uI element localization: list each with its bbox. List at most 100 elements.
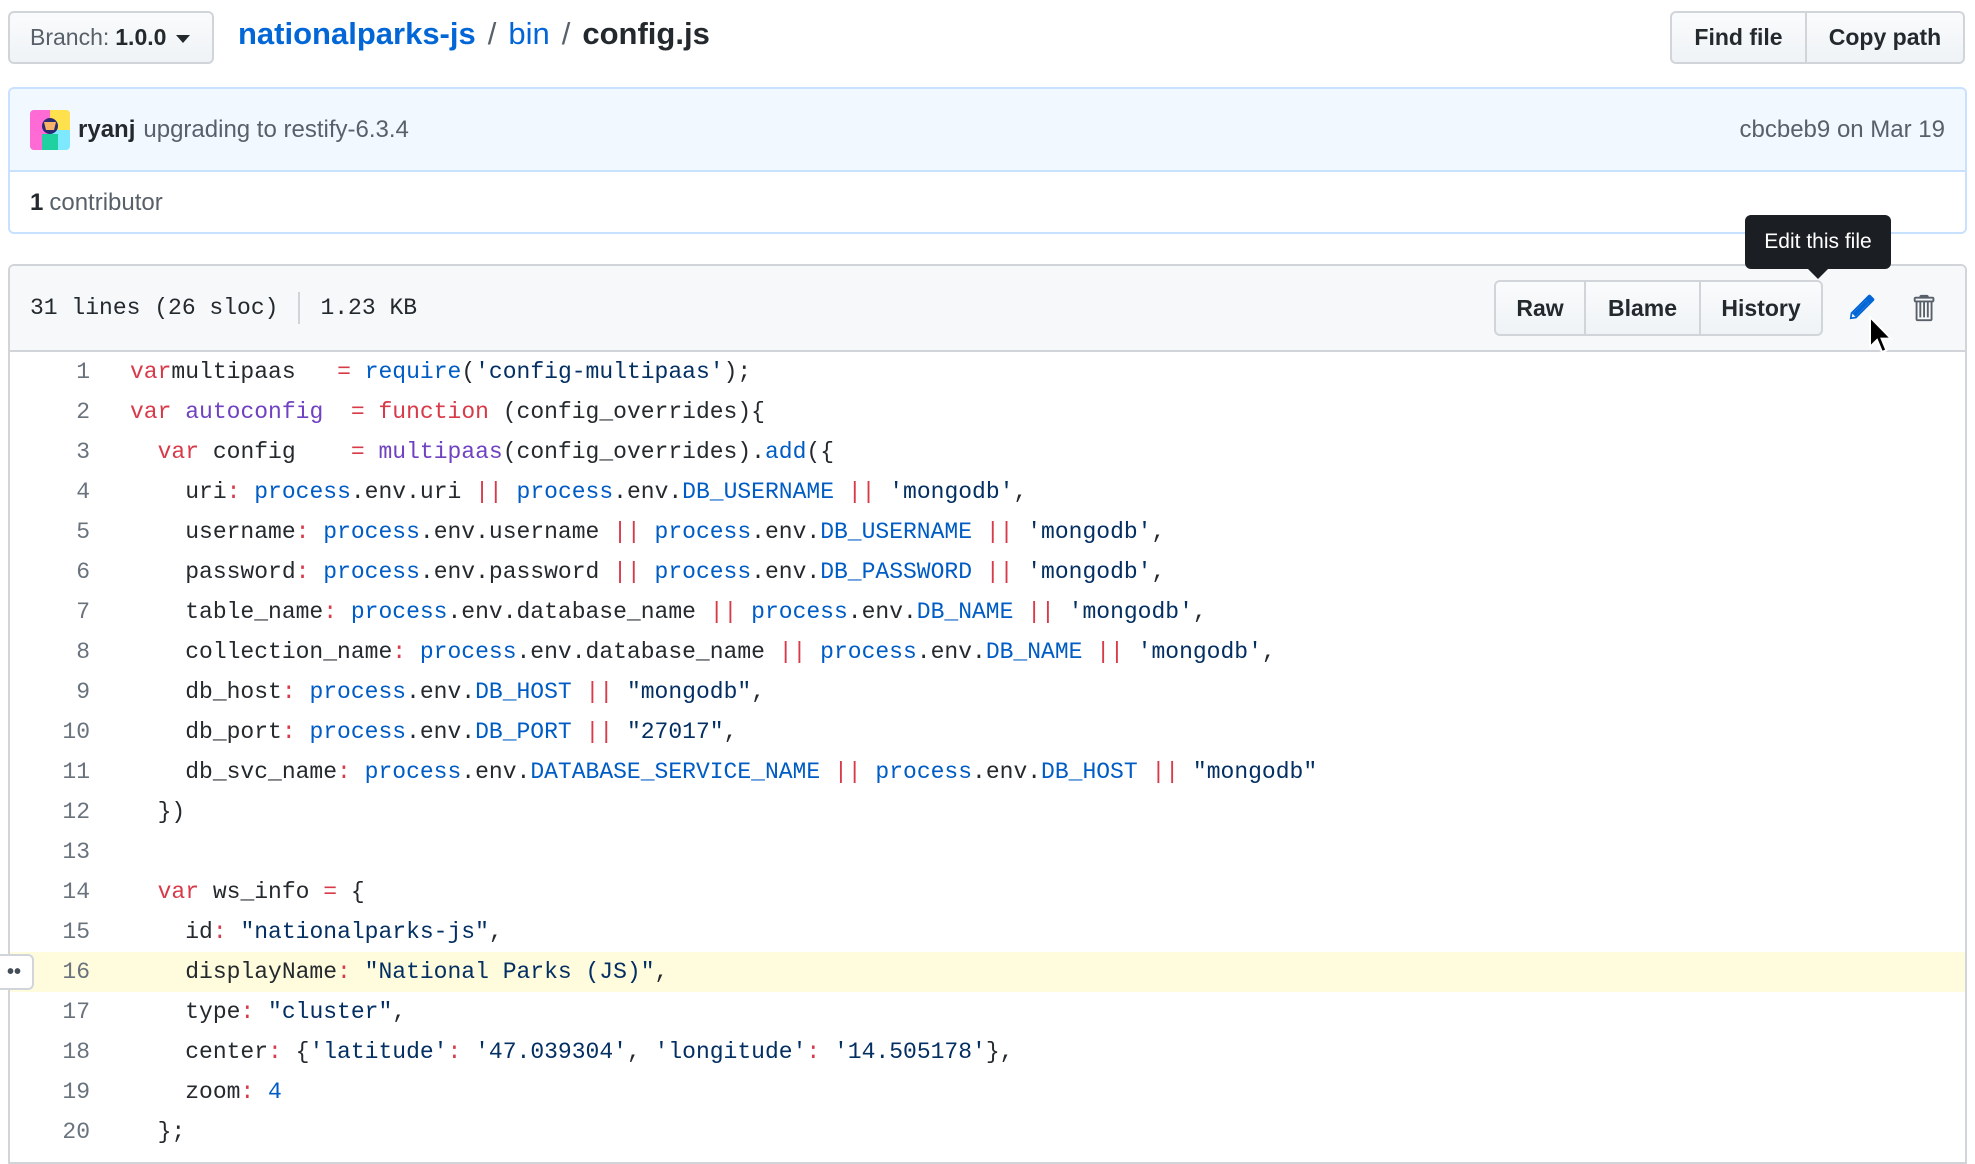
line-code: var autoconfig = function (config_overri…: [130, 392, 765, 432]
line-number[interactable]: 3: [10, 432, 90, 472]
line-code: zoom: 4: [130, 1072, 282, 1112]
code-token: ,: [1013, 479, 1028, 505]
code-token: process: [751, 599, 848, 625]
code-token: center: [130, 1039, 269, 1065]
line-code: var config = multipaas(config_overrides)…: [130, 432, 834, 472]
file-navigation-actions: Find file Copy path: [1670, 11, 1965, 64]
line-number[interactable]: 10: [10, 712, 90, 752]
code-token: 4: [268, 1079, 282, 1105]
line-code: }): [130, 792, 186, 832]
code-token: DB_PORT: [475, 719, 572, 745]
code-token: :: [281, 679, 296, 705]
code-token: .env.: [406, 719, 476, 745]
branch-select-button[interactable]: Branch: 1.0.0: [8, 11, 214, 64]
code-token: process: [254, 479, 351, 505]
line-number[interactable]: 2: [10, 392, 90, 432]
contributors-label: contributor: [49, 189, 163, 216]
code-line: 20 };: [10, 1112, 1965, 1152]
line-number[interactable]: 9: [10, 672, 90, 712]
commit-message-link[interactable]: upgrading to restify-6.3.4: [143, 116, 409, 144]
ellipsis-icon[interactable]: ••: [0, 954, 34, 990]
code-token: 'config-multipaas': [475, 359, 724, 385]
line-number[interactable]: 18: [10, 1032, 90, 1072]
code-token: ||: [985, 519, 1014, 545]
code-token: ||: [1027, 599, 1055, 625]
line-number[interactable]: 4: [10, 472, 90, 512]
code-token: :: [268, 1039, 282, 1065]
code-token: process: [364, 759, 462, 785]
code-token: (config_overrides){: [488, 399, 765, 425]
code-token: {: [281, 1039, 310, 1065]
copy-path-button[interactable]: Copy path: [1805, 11, 1965, 64]
code-token: :: [392, 639, 407, 665]
line-number[interactable]: 8: [10, 632, 90, 672]
code-token: displayName: [130, 959, 338, 985]
code-token: "National Parks (JS)": [364, 959, 655, 985]
code-token: .env.database_name: [516, 639, 779, 665]
file-info-divider: [298, 292, 301, 324]
line-number[interactable]: 14: [10, 872, 90, 912]
line-number[interactable]: 15: [10, 912, 90, 952]
file-lines-count: 31 lines (26 sloc): [30, 295, 279, 321]
code-token: ,: [1151, 519, 1166, 545]
code-token: :: [281, 719, 296, 745]
line-number[interactable]: 7: [10, 592, 90, 632]
find-file-button[interactable]: Find file: [1670, 11, 1807, 64]
code-token: 'mongodb': [1068, 599, 1193, 625]
code-token: =: [323, 879, 338, 905]
line-number[interactable]: 17: [10, 992, 90, 1032]
line-code: center: {'latitude': '47.039304', 'longi…: [130, 1032, 1013, 1072]
commit-sha-link[interactable]: cbcbeb9: [1740, 116, 1831, 143]
line-number[interactable]: 11: [10, 752, 90, 792]
code-token: var: [157, 879, 200, 905]
code-token: ,: [751, 679, 765, 705]
code-token: DB_USERNAME: [820, 519, 973, 545]
code-token: .env.: [847, 599, 917, 625]
line-number[interactable]: 12: [10, 792, 90, 832]
code-token: password: [130, 559, 296, 585]
code-token: multipaas: [171, 359, 338, 385]
code-token: ({: [806, 439, 834, 465]
breadcrumb-repo-link[interactable]: nationalparks-js: [238, 16, 476, 51]
line-number[interactable]: 20: [10, 1112, 90, 1152]
commit-author-link[interactable]: ryanj: [78, 116, 135, 144]
code-token: :: [337, 959, 351, 985]
code-line: 16 displayName: "National Parks (JS)",: [10, 952, 1965, 992]
code-token: DB_USERNAME: [682, 479, 834, 505]
code-line: 19 zoom: 4: [10, 1072, 1965, 1112]
line-number[interactable]: 19: [10, 1072, 90, 1112]
line-code: table_name: process.env.database_name ||…: [130, 592, 1207, 632]
line-number[interactable]: 1: [10, 352, 90, 392]
breadcrumb-folder-link[interactable]: bin: [508, 16, 549, 51]
trash-icon[interactable]: [1905, 288, 1945, 328]
blame-button[interactable]: Blame: [1584, 280, 1701, 336]
code-token: .env.password: [419, 559, 614, 585]
contributors-summary[interactable]: 1 contributor: [10, 172, 1965, 232]
avatar[interactable]: [30, 109, 70, 150]
raw-button[interactable]: Raw: [1494, 280, 1586, 336]
code-line: 11 db_svc_name: process.env.DATABASE_SER…: [10, 752, 1965, 792]
code-token: :: [240, 999, 255, 1025]
code-token: ||: [585, 679, 614, 705]
line-number[interactable]: 5: [10, 512, 90, 552]
line-number[interactable]: 6: [10, 552, 90, 592]
line-code: username: process.env.username || proces…: [130, 512, 1165, 552]
history-button[interactable]: History: [1699, 280, 1823, 336]
code-token: process: [309, 719, 407, 745]
latest-commit: ryanj upgrading to restify-6.3.4 cbcbeb9…: [10, 89, 1965, 172]
code-token: '14.505178': [834, 1039, 986, 1065]
code-token: multipaas: [378, 439, 503, 465]
line-number[interactable]: 13: [10, 832, 90, 872]
code-token: .env.: [972, 759, 1042, 785]
line-code: uri: process.env.uri || process.env.DB_U…: [130, 472, 1027, 512]
